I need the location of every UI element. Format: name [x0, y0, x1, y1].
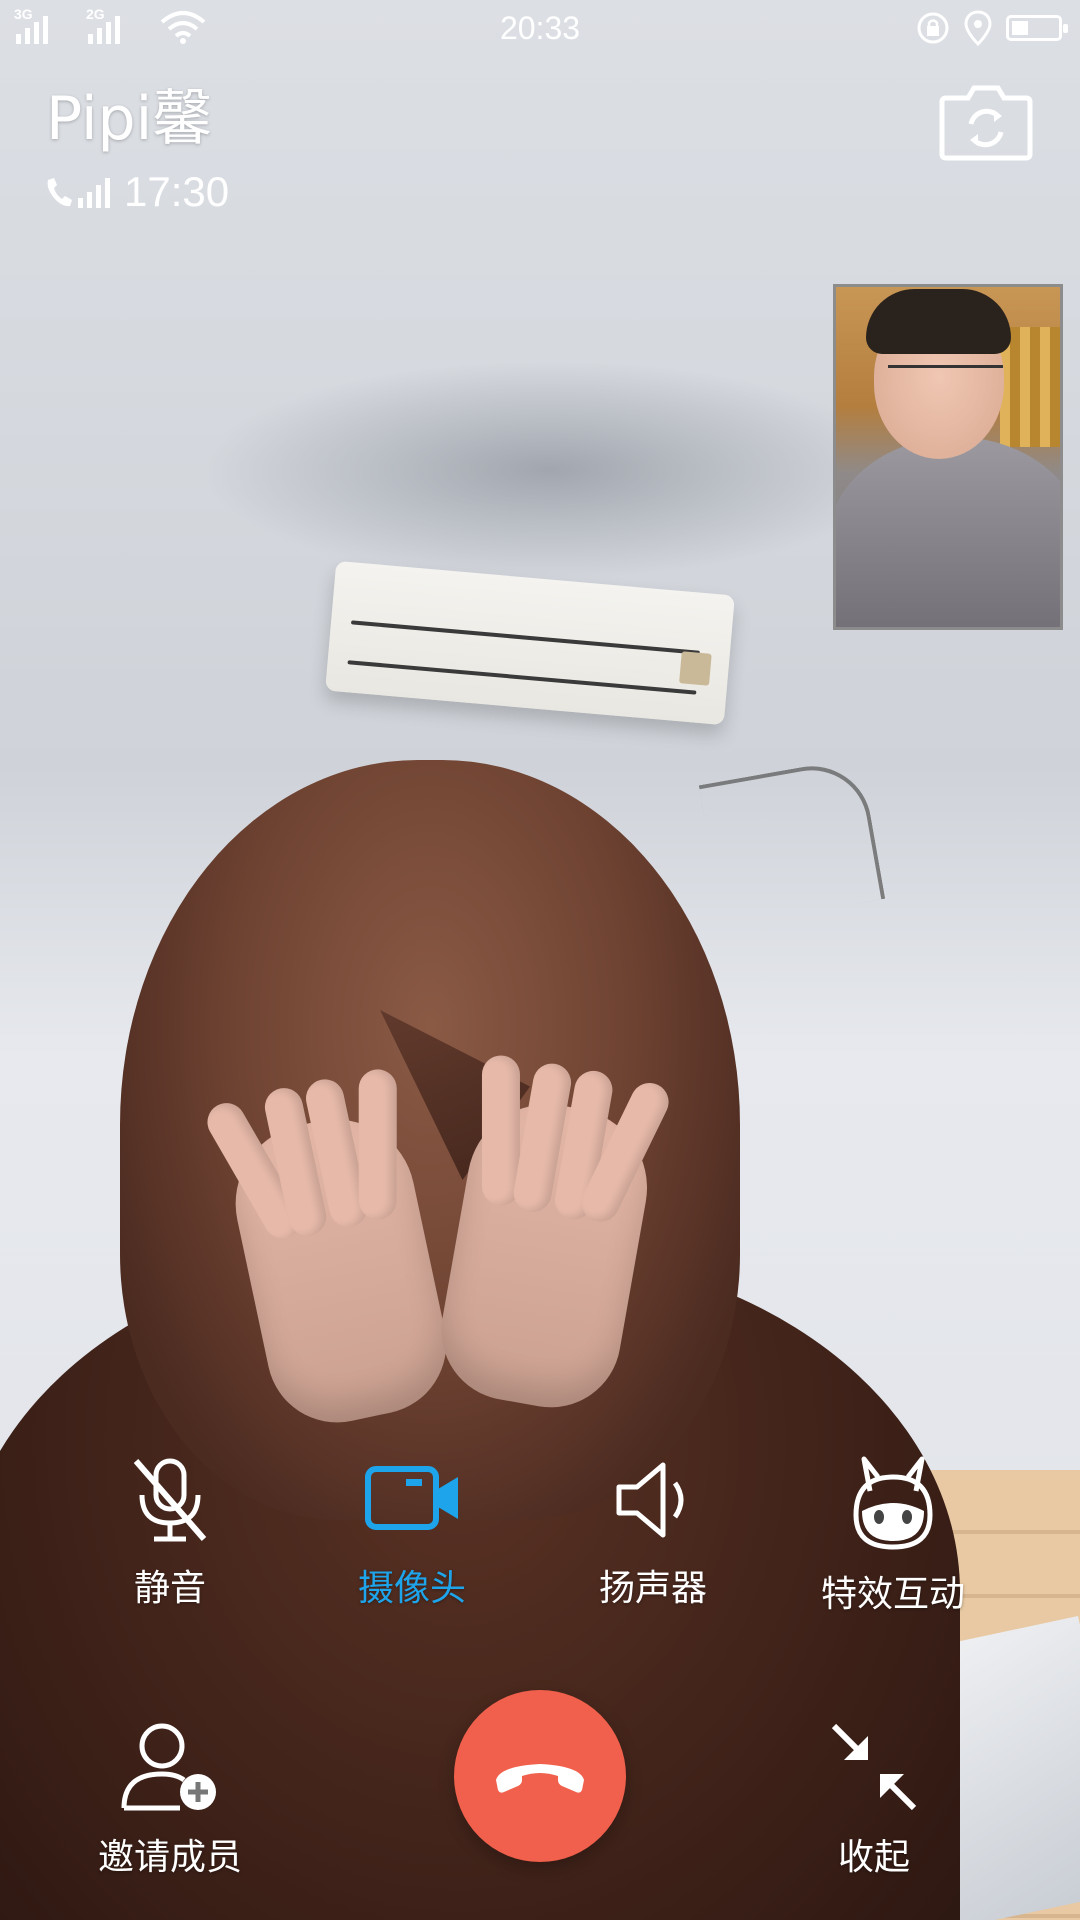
location-icon [964, 10, 992, 46]
rotation-lock-icon [917, 12, 949, 44]
phone-hangup-icon [496, 1764, 584, 1793]
status-bar: 3G 2G 20:33 [0, 0, 1080, 55]
local-video-preview[interactable] [833, 284, 1063, 630]
mute-button[interactable]: 静音 [60, 1455, 280, 1611]
call-signal-icon [47, 178, 110, 208]
hangup-button[interactable] [454, 1690, 626, 1862]
caller-name: Pipi馨 [46, 84, 213, 154]
glasses [888, 365, 1003, 390]
speaker-icon [616, 1462, 684, 1538]
collapse-button[interactable]: 收起 [764, 1720, 984, 1880]
call-status: 17:30 [44, 168, 229, 216]
air-conditioner [325, 560, 735, 726]
hair [866, 289, 1011, 354]
status-right [916, 10, 1068, 46]
mute-label: 静音 [133, 1568, 206, 1609]
invite-members-button[interactable]: 邀请成员 [60, 1720, 280, 1880]
camera-label: 摄像头 [357, 1568, 466, 1609]
effects-label: 特效互动 [820, 1574, 965, 1615]
speaker-button[interactable]: 扬声器 [543, 1455, 763, 1611]
jacket [836, 437, 1060, 627]
add-person-icon [121, 1723, 216, 1811]
bunny-face-icon [853, 1456, 933, 1550]
camera-button[interactable]: 摄像头 [302, 1455, 522, 1611]
ac-pipe [698, 756, 886, 928]
mic-off-icon [133, 1458, 207, 1542]
switch-camera-button[interactable] [938, 80, 1034, 162]
battery-icon [1006, 15, 1068, 41]
minimize-arrows-icon [831, 1723, 917, 1811]
video-camera-icon [365, 1466, 458, 1530]
wall-shadow [200, 360, 900, 580]
effects-button[interactable]: 特效互动 [783, 1455, 1003, 1617]
collapse-label: 收起 [837, 1837, 910, 1878]
speaker-label: 扬声器 [598, 1568, 707, 1609]
call-duration: 17:30 [124, 168, 230, 215]
invite-label: 邀请成员 [97, 1837, 242, 1878]
